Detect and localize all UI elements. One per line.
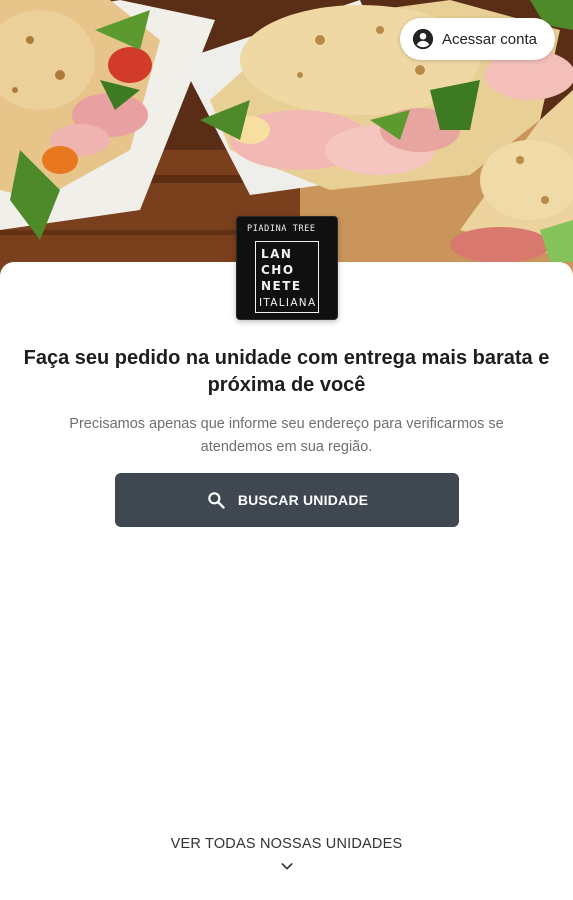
page-headline: Faça seu pedido na unidade com entrega m… — [23, 347, 550, 396]
search-icon — [208, 492, 225, 509]
logo-word-3: NETE — [261, 279, 302, 293]
account-button-label: Acessar conta — [441, 30, 537, 48]
account-button[interactable]: Acessar conta — [399, 18, 555, 60]
search-unit-button-label: BUSCAR UNIDADE — [237, 492, 369, 508]
chevron-down-icon — [281, 863, 292, 870]
page-subtext: Precisamos apenas que informe seu endere… — [69, 416, 504, 455]
view-all-units-link[interactable]: VER TODAS NOSSAS UNIDADES — [0, 836, 573, 874]
view-all-units-label: VER TODAS NOSSAS UNIDADES — [170, 836, 403, 852]
logo-word-4: ITALIANA — [259, 297, 317, 309]
search-unit-button[interactable]: BUSCAR UNIDADE — [115, 473, 459, 527]
brand-logo: PIADINA TREE LAN CHO NETE ITALIANA — [236, 216, 338, 320]
logo-word-2: CHO — [261, 263, 295, 277]
logo-brand-text: PIADINA TREE — [247, 224, 316, 234]
logo-word-1: LAN — [261, 247, 293, 261]
account-circle-icon — [412, 28, 434, 50]
